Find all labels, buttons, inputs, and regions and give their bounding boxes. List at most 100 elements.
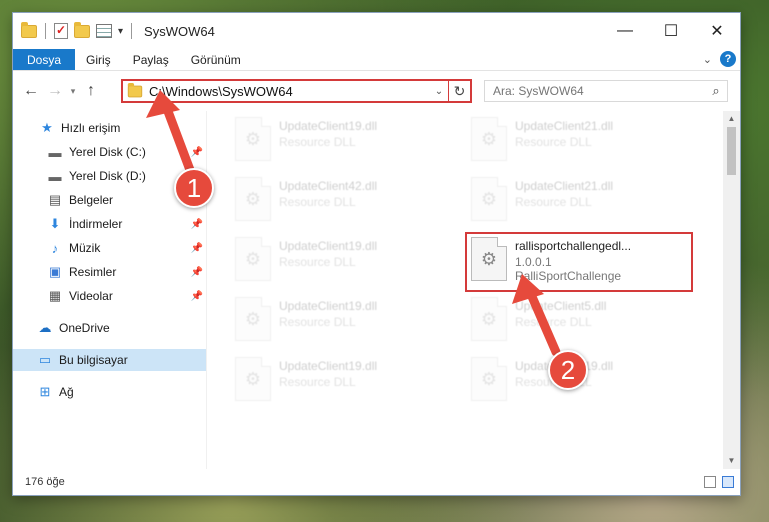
file-name: UpdateClient19.dll [279,299,378,313]
address-bar[interactable]: C:\Windows\SysWOW64 ⌄ ↻ [121,79,472,103]
forward-arrow-icon[interactable]: → [43,82,67,100]
view-toggle [704,476,734,488]
video-icon: ▦ [48,288,62,303]
sidebar-item-label: Yerel Disk (D:) [69,169,146,183]
network-icon: ⊞ [39,384,51,399]
pin-icon: 📌 [190,218,203,230]
ribbon-right: ⌄ ? [703,51,736,67]
file-item[interactable]: ⚙ UpdateClient21.dll Resource DLL [467,173,692,227]
customize-dropdown-icon[interactable]: ▾ [118,26,123,37]
sidebar-item-local-disk-c[interactable]: ▬ Yerel Disk (C:) 📌 [13,141,207,163]
sidebar-item-network[interactable]: ⊞ Ağ [13,381,207,403]
sidebar-item-label: OneDrive [59,321,110,335]
file-list: ⚙ UpdateClient19.dll Resource DLL ⚙ Updat… [207,111,740,469]
drive-icon: ▬ [48,168,62,184]
sidebar-item-videos[interactable]: ▦ Videolar 📌 [13,285,207,307]
address-dropdown-icon[interactable]: ⌄ [430,86,448,97]
divider [45,23,46,39]
sidebar-item-label: Müzik [69,241,101,255]
item-count: 176 öğe [25,476,65,488]
computer-icon: ▭ [38,352,52,367]
file-description: Resource DLL [279,195,356,209]
properties-check-icon[interactable] [54,23,68,39]
cloud-icon: ☁ [38,320,52,335]
navigation-pane: ★ Hızlı erişim ▬ Yerel Disk (C:) 📌 ▬ Yer… [13,111,207,469]
dll-file-icon: ⚙ [471,177,507,221]
search-input[interactable] [493,84,705,98]
sidebar-item-this-pc[interactable]: ▭ Bu bilgisayar [13,349,207,371]
file-description: Resource DLL [515,135,592,149]
search-icon[interactable]: ⌕ [705,83,727,99]
star-icon: ★ [41,120,53,135]
file-description: Resource DLL [279,375,356,389]
maximize-button[interactable]: ☐ [648,13,694,49]
file-explorer-window: ▾ SysWOW64 — ☐ ✕ Dosya Giriş Paylaş Görü… [12,12,741,496]
sidebar-item-quick-access[interactable]: ★ Hızlı erişim [13,117,207,139]
tab-home[interactable]: Giriş [75,49,122,70]
ribbon-tabs: Dosya Giriş Paylaş Görünüm ⌄ ? [13,49,740,71]
main-area: ★ Hızlı erişim ▬ Yerel Disk (C:) 📌 ▬ Yer… [13,111,740,469]
dll-file-icon: ⚙ [235,357,271,401]
sidebar-item-pictures[interactable]: ▣ Resimler 📌 [13,261,207,283]
close-button[interactable]: ✕ [694,13,740,49]
file-item[interactable]: ⚙ UpdateClient19.dll Resource DLL [231,113,456,167]
scroll-up-icon[interactable]: ▲ [723,111,740,127]
file-name: UpdateClient5.dll [515,299,607,313]
status-bar: 176 öğe [13,469,740,495]
recent-locations-dropdown-icon[interactable]: ▾ [67,86,79,97]
sidebar-item-label: Ağ [59,385,74,399]
details-view-icon[interactable] [704,476,716,488]
pin-icon: 📌 [190,146,203,158]
pictures-icon: ▣ [48,264,62,279]
title-bar: ▾ SysWOW64 — ☐ ✕ [13,13,740,49]
sidebar-item-label: Yerel Disk (C:) [69,145,146,159]
file-name: UpdateClient42.dll [279,179,378,193]
properties-icon[interactable] [96,24,112,38]
address-path[interactable]: C:\Windows\SysWOW64 [149,84,430,99]
up-arrow-icon[interactable]: ↑ [79,82,103,100]
scroll-down-icon[interactable]: ▼ [723,453,740,469]
tab-view[interactable]: Görünüm [180,49,252,70]
dll-file-icon: ⚙ [235,177,271,221]
download-icon: ⬇ [49,216,61,231]
sidebar-item-label: İndirmeler [69,217,123,231]
expand-ribbon-chevron-icon[interactable]: ⌄ [703,53,712,66]
vertical-scrollbar[interactable]: ▲ ▼ [723,111,740,469]
file-item[interactable]: ⚙ UpdateClient21.dll Resource DLL [467,113,692,167]
dll-file-icon: ⚙ [235,297,271,341]
file-item[interactable]: ⚙ UpdateClient19.dll Resource DLL [231,293,456,347]
search-box[interactable]: ⌕ [484,80,728,102]
music-icon: ♪ [51,240,59,256]
file-item[interactable]: ⚙ UpdateClient5.dll Resource DLL [467,293,692,347]
sidebar-item-downloads[interactable]: ⬇ İndirmeler 📌 [13,213,207,235]
scroll-thumb[interactable] [727,127,736,175]
sidebar-item-label: Resimler [69,265,117,279]
file-item[interactable]: ⚙ UpdateClient42.dll Resource DLL [231,173,456,227]
dll-file-icon: ⚙ [235,237,271,281]
sidebar-item-label: Videolar [69,289,113,303]
new-folder-icon[interactable] [74,21,90,38]
file-item[interactable]: ⚙ UpdateClient19.dll Resource DLL [231,233,456,287]
tiles-view-icon[interactable] [722,476,734,488]
pin-icon: 📌 [190,290,203,302]
step-badge-2: 2 [548,350,588,390]
minimize-button[interactable]: — [602,13,648,49]
file-item[interactable]: ⚙ UpdateClient19.dll Resource DLL [231,353,456,407]
file-name: UpdateClient19.dll [279,239,378,253]
refresh-icon[interactable]: ↻ [448,81,470,101]
folder-icon [127,82,143,97]
navigation-bar: ← → ▾ ↑ C:\Windows\SysWOW64 ⌄ ↻ ⌕ [13,71,740,111]
file-description: Resource DLL [279,315,356,329]
file-description: Resource DLL [515,195,592,209]
sidebar-item-onedrive[interactable]: ☁ OneDrive [13,317,207,339]
tab-share[interactable]: Paylaş [122,49,180,70]
sidebar-item-music[interactable]: ♪ Müzik 📌 [13,237,207,259]
help-icon[interactable]: ? [720,51,736,67]
quick-access-toolbar: ▾ [13,21,134,39]
back-arrow-icon[interactable]: ← [19,82,43,100]
pin-icon: 📌 [190,266,203,278]
file-name: UpdateClient21.dll [515,179,614,193]
window-title: SysWOW64 [144,23,215,39]
tab-file[interactable]: Dosya [13,49,76,70]
sidebar-item-label: Belgeler [69,193,114,207]
